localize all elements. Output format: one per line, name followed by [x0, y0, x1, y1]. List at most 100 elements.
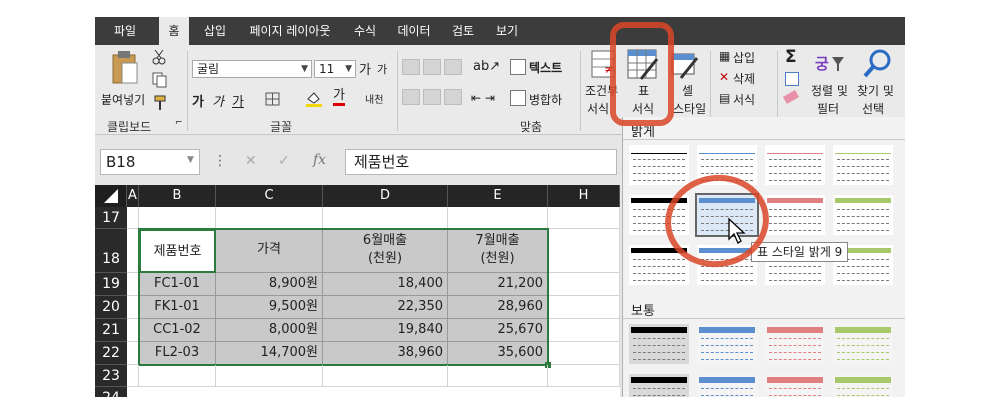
grid-cell[interactable] [323, 365, 448, 387]
row-header-22[interactable]: 22 [95, 342, 127, 365]
row-header-21[interactable]: 21 [95, 319, 127, 342]
grid-cell[interactable] [548, 207, 620, 229]
grid-cell[interactable] [548, 273, 620, 296]
tab-file[interactable]: 파일 [107, 17, 143, 45]
formula-input[interactable]: 제품번호 [345, 149, 617, 175]
table-style-thumbnail[interactable] [765, 374, 825, 397]
tab-page-layout[interactable]: 페이지 레이아웃 [240, 17, 340, 45]
more-options-icon[interactable]: ⋮ [213, 153, 227, 169]
tab-review[interactable]: 검토 [445, 17, 481, 45]
table-style-thumbnail[interactable] [765, 324, 825, 364]
grid-cell[interactable] [216, 365, 323, 387]
italic-button[interactable]: 가 [212, 91, 224, 110]
align-bottom-icon[interactable] [444, 59, 462, 75]
column-header-h[interactable]: H [548, 185, 620, 207]
sort-filter-label-2[interactable]: 필터 [817, 100, 839, 117]
row-header-20[interactable]: 20 [95, 296, 127, 319]
find-select-icon[interactable] [863, 49, 893, 82]
confirm-entry-icon[interactable]: ✓ [278, 153, 290, 169]
find-select-label-1[interactable]: 찾기 및 [857, 82, 894, 99]
cell-style-label-2[interactable]: 스타일 [673, 100, 706, 117]
align-right-icon[interactable] [444, 89, 462, 105]
merge-center-button[interactable]: 병합하 [529, 91, 562, 108]
table-style-thumbnail[interactable] [697, 324, 757, 364]
cell-style-icon[interactable] [671, 51, 699, 82]
font-color-button[interactable]: 가 [333, 89, 345, 106]
delete-cells-icon[interactable]: ✕ [719, 70, 729, 84]
select-all-corner[interactable] [95, 185, 127, 207]
table-style-thumbnail[interactable] [629, 324, 689, 364]
font-grow-button[interactable]: 가 [359, 59, 371, 78]
format-cells-button[interactable]: 서식 [733, 91, 755, 108]
grid-cell[interactable] [127, 207, 139, 229]
paste-icon[interactable] [111, 51, 139, 85]
grid-cell[interactable] [548, 342, 620, 365]
column-header-d[interactable]: D [323, 185, 448, 207]
table-style-thumbnail[interactable] [833, 195, 893, 235]
tab-data[interactable]: 데이터 [391, 17, 437, 45]
grid-cell[interactable] [127, 365, 139, 387]
paste-button[interactable]: 붙여넣기 [101, 91, 145, 108]
align-left-icon[interactable] [402, 89, 420, 105]
cut-icon[interactable] [152, 49, 166, 68]
indent-icons[interactable]: ⇤ ⇥ [471, 91, 495, 105]
grid-cell[interactable] [448, 207, 548, 229]
format-cells-icon[interactable]: ▤ [719, 91, 730, 105]
grid-cell[interactable] [216, 207, 323, 229]
insert-cells-icon[interactable]: ▦ [719, 49, 730, 63]
font-shrink-button[interactable]: 가 [377, 61, 387, 77]
autosum-icon[interactable]: Σ [785, 47, 797, 67]
grid-cell[interactable] [548, 296, 620, 319]
tab-view[interactable]: 보기 [489, 17, 525, 45]
eraser-icon[interactable] [782, 90, 800, 104]
table-style-thumbnail[interactable] [629, 374, 689, 397]
table-style-thumbnail[interactable] [765, 195, 825, 235]
underline-button[interactable]: 가 [232, 91, 244, 110]
table-style-thumbnail[interactable] [833, 324, 893, 364]
insert-function-icon[interactable]: fx [313, 152, 326, 168]
font-size-select[interactable]: 11 ▼ [314, 60, 356, 78]
wrap-text-button[interactable]: 텍스트 [529, 59, 562, 76]
grid-cell[interactable] [548, 229, 620, 273]
align-top-icon[interactable] [402, 59, 420, 75]
column-header-b[interactable]: B [139, 185, 216, 207]
table-style-thumbnail[interactable] [765, 145, 825, 185]
grid-cell[interactable] [548, 365, 620, 387]
cancel-entry-icon[interactable]: ✕ [245, 153, 257, 169]
copy-icon[interactable] [152, 72, 168, 91]
align-middle-icon[interactable] [423, 59, 441, 75]
grid-cell[interactable] [139, 365, 216, 387]
chevron-down-icon[interactable]: ▼ [187, 155, 194, 165]
grid-cell[interactable] [548, 319, 620, 342]
sort-filter-label-1[interactable]: 정렬 및 [811, 82, 848, 99]
grid-cell[interactable] [139, 207, 216, 229]
row-header-23[interactable]: 23 [95, 365, 127, 387]
cell-style-label-1[interactable]: 셀 [682, 82, 693, 99]
conditional-format-label-2[interactable]: 서식 [587, 100, 609, 117]
tab-home[interactable]: 홈 [159, 17, 189, 45]
row-header-19[interactable]: 19 [95, 273, 127, 296]
bold-button[interactable]: 가 [192, 91, 204, 110]
fill-down-icon[interactable] [785, 72, 799, 86]
row-header-17[interactable]: 17 [95, 207, 127, 229]
border-icon[interactable] [265, 92, 281, 109]
format-painter-icon[interactable] [152, 95, 168, 114]
grid-cell[interactable] [323, 207, 448, 229]
tab-formulas[interactable]: 수식 [347, 17, 383, 45]
phonetic-button[interactable]: 내천 [365, 91, 383, 106]
delete-cells-button[interactable]: 삭제 [733, 70, 755, 87]
table-style-thumbnail[interactable] [833, 145, 893, 185]
column-header-c[interactable]: C [216, 185, 323, 207]
orientation-icon[interactable]: ab↗ [473, 59, 500, 74]
row-header-18[interactable]: 18 [95, 229, 127, 273]
row-header-24[interactable]: 24 [95, 387, 127, 397]
tab-insert[interactable]: 삽입 [197, 17, 233, 45]
fill-color-icon[interactable] [305, 91, 323, 110]
grid-cell[interactable] [448, 365, 548, 387]
table-style-thumbnail[interactable] [629, 145, 689, 185]
column-header-a[interactable]: A [127, 185, 139, 207]
column-header-e[interactable]: E [448, 185, 548, 207]
align-center-icon[interactable] [423, 89, 441, 105]
clipboard-launcher-icon[interactable]: ⌐ [175, 118, 183, 128]
font-name-select[interactable]: 굴림 ▼ [192, 60, 312, 78]
